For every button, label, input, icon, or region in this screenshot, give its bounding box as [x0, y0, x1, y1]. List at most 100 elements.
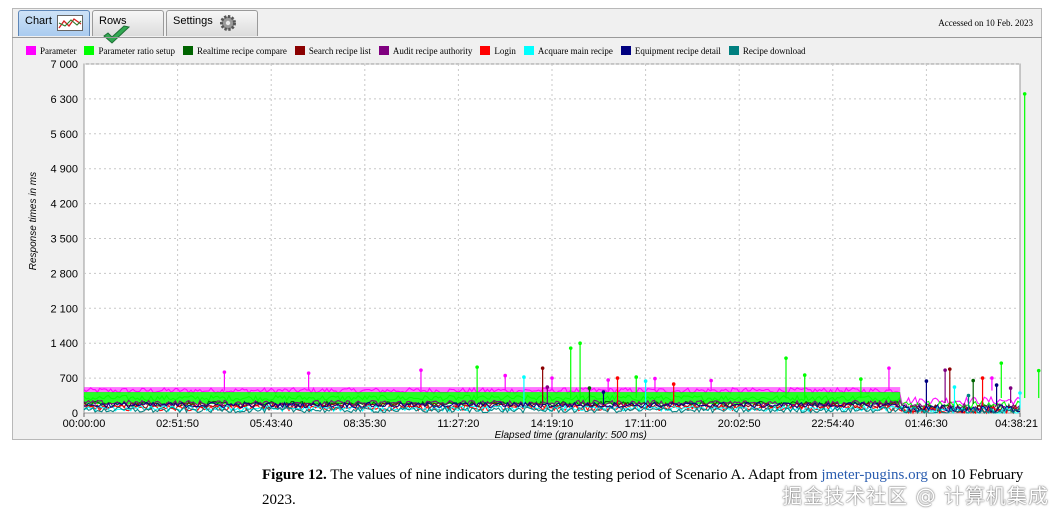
spike-point	[578, 341, 582, 346]
legend-item: Search recipe list	[294, 46, 371, 56]
legend-swatch	[480, 46, 491, 55]
response-time-chart: 07001 4002 1002 8003 5004 2004 9005 6006…	[28, 59, 1041, 440]
tab-settings-label: Settings	[173, 15, 213, 27]
y-tick-label: 7 000	[50, 59, 78, 71]
tab-divider	[12, 37, 1042, 38]
spike-point	[634, 375, 639, 379]
y-tick-label: 2 800	[50, 268, 78, 280]
legend-label: Equipment recipe detail	[634, 46, 721, 56]
caption-text: The values of nine indicators during the…	[326, 467, 822, 483]
legend-item: Equipment recipe detail	[620, 46, 721, 56]
legend-item: Parameter ratio setup	[84, 46, 175, 56]
spike-point	[887, 366, 891, 370]
chart-grid	[83, 63, 1021, 414]
tab-chart-label: Chart	[25, 15, 52, 27]
spike-point	[802, 373, 807, 377]
gear-icon	[219, 15, 236, 31]
legend-label: Parameter	[40, 46, 77, 56]
tab-settings[interactable]: Settings	[166, 10, 258, 36]
spike-point	[419, 368, 423, 372]
chart-icon	[56, 15, 83, 31]
y-axis-label: Response times in ms	[28, 172, 39, 270]
legend-label: Audit recipe authority	[392, 46, 473, 56]
x-tick-label: 17:11:00	[625, 418, 667, 430]
spike-point	[550, 376, 554, 380]
spike-point	[859, 377, 863, 381]
y-tick-label: 6 300	[50, 94, 78, 106]
spike-point	[545, 385, 550, 389]
spike-point	[948, 367, 952, 371]
y-tick-label: 1 400	[50, 338, 78, 350]
spike-point	[1008, 386, 1013, 390]
spike-point	[671, 382, 676, 386]
legend-label: Search recipe list	[308, 46, 371, 56]
x-tick-label: 02:51:50	[156, 418, 199, 430]
spike-point	[601, 390, 606, 394]
y-tick-label: 4 900	[50, 164, 78, 176]
spike-point	[784, 356, 788, 360]
x-tick-label: 08:35:30	[343, 418, 386, 430]
x-tick-label: 20:02:50	[718, 418, 761, 430]
spike-point	[1022, 92, 1027, 96]
y-tick-label: 5 600	[50, 129, 78, 141]
spike-point	[1036, 368, 1041, 373]
x-tick-label: 00:00:00	[63, 418, 106, 430]
legend-item: Login	[480, 46, 516, 56]
spike-point	[952, 385, 957, 389]
legend-swatch	[728, 46, 739, 55]
legend-item: Acquare main recipe	[523, 46, 613, 56]
y-tick-label: 4 200	[50, 199, 78, 211]
spike-point	[643, 379, 648, 383]
x-axis-label: Elapsed time (granularity: 500 ms)	[495, 430, 647, 440]
legend-label: Acquare main recipe	[537, 46, 613, 56]
accessed-date: Accessed on 10 Feb. 2023	[938, 18, 1033, 28]
legend-label: Parameter ratio setup	[98, 46, 175, 56]
legend-item: Recipe download	[728, 46, 806, 56]
spike-point	[222, 370, 227, 374]
tab-rows[interactable]: Rows	[92, 10, 164, 44]
spike-point	[966, 393, 971, 398]
legend-swatch	[84, 46, 95, 55]
caption-label: Figure 12.	[262, 467, 327, 483]
spike-point	[522, 375, 526, 379]
x-tick-label: 22:54:40	[811, 418, 854, 430]
spike-point	[568, 346, 573, 350]
y-tick-label: 700	[60, 373, 78, 385]
tab-chart[interactable]: Chart	[18, 10, 90, 36]
spike-point	[587, 386, 592, 390]
spike-point	[709, 378, 713, 383]
legend-item: Realtime recipe compare	[182, 46, 287, 56]
x-tick-label: 01:46:30	[905, 418, 948, 430]
spike-point	[606, 378, 610, 382]
spike-point	[971, 378, 975, 383]
spike-point	[503, 373, 508, 378]
x-tick-label: 14:19:10	[531, 418, 574, 430]
spike-point	[980, 376, 985, 380]
y-tick-label: 3 500	[50, 234, 78, 246]
legend-item: Audit recipe authority	[378, 46, 473, 56]
legend-label: Recipe download	[742, 46, 806, 56]
legend-swatch	[523, 46, 534, 55]
spike-point	[540, 366, 545, 370]
x-tick-label: 05:43:40	[250, 418, 293, 430]
spike-point	[924, 379, 929, 383]
watermark: 掘金技术社区 @ 计算机集成	[782, 484, 1049, 508]
legend-swatch	[294, 46, 305, 55]
legend-swatch	[620, 46, 631, 55]
legend-item: Parameter	[26, 46, 76, 56]
spike-point	[615, 376, 620, 380]
series-band	[84, 387, 901, 393]
checkmark-icon	[103, 25, 131, 44]
spike-point	[994, 383, 999, 387]
spike-point	[999, 361, 1004, 365]
spike-point	[1018, 391, 1022, 395]
legend-swatch	[182, 46, 193, 55]
y-tick-label: 2 100	[50, 303, 78, 315]
legend-label: Login	[494, 46, 516, 56]
x-tick-label: 04:38:21	[995, 418, 1038, 430]
spike-point	[306, 371, 311, 375]
spike-point	[943, 368, 947, 372]
legend-label: Realtime recipe compare	[196, 46, 287, 56]
spike-point	[475, 365, 479, 369]
x-tick-label: 11:27:20	[437, 418, 479, 430]
